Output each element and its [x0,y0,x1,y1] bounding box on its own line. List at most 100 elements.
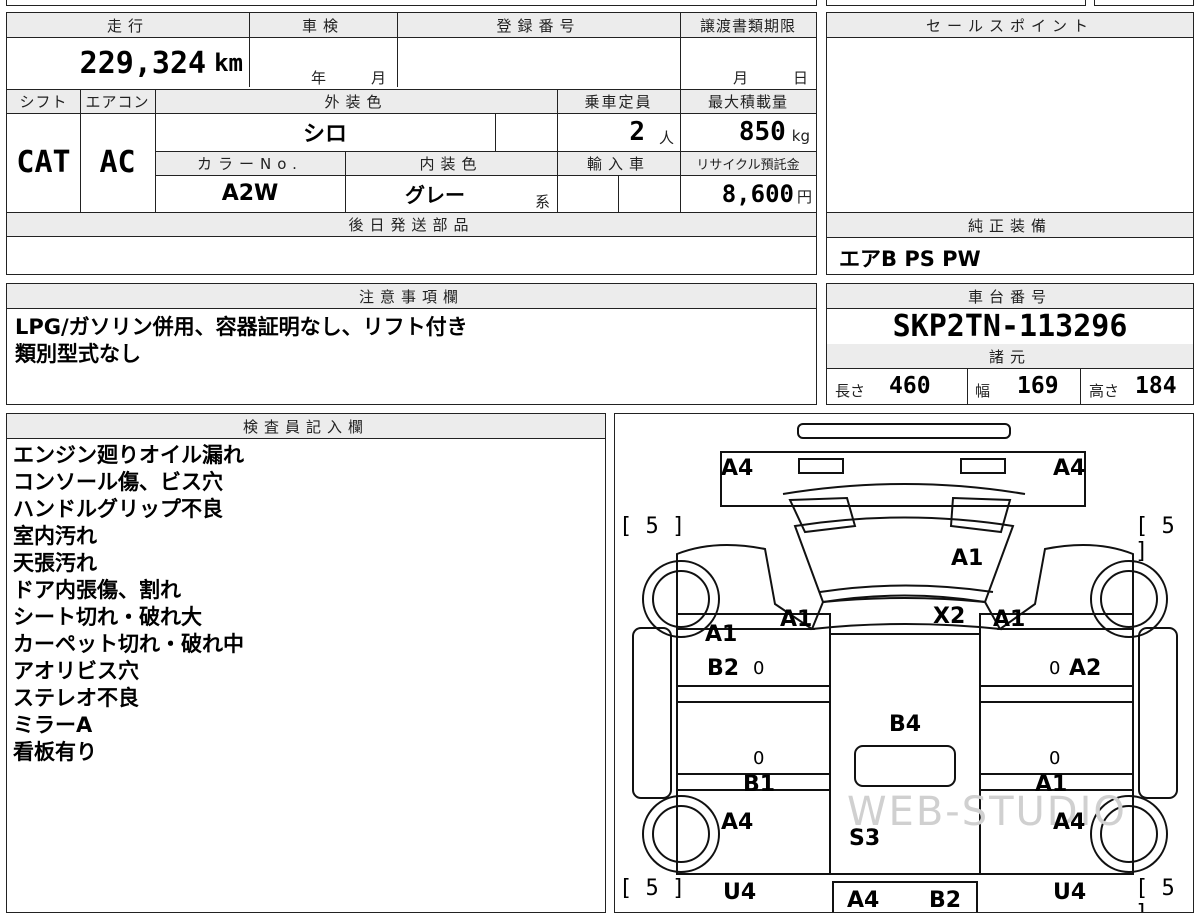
aircon-value: AC [99,145,136,180]
deadline-month-unit: 月 [733,69,749,87]
notes-box: 注意事項欄 LPG/ガソリン併用、容器証明なし、リフト付き 類別型式なし [6,283,817,405]
code-roof-x2: X2 [933,604,966,629]
height-value: 184 [1135,373,1177,399]
mileage-value: 229,324 [79,45,207,81]
notes-text: LPG/ガソリン併用、容器証明なし、リフト付き 類別型式なし [15,315,468,366]
damage-diagram: WEB-STUDIO A4 A4 [ 5 ] [ 5 ] A1 A1 X2 A1… [614,413,1194,913]
truck-outline-drawing [632,423,1178,912]
import-header: 輸入車 [557,151,680,175]
width-label: 幅 [975,382,991,400]
interior-color-suffix: 系 [535,193,551,211]
chassis-header: 車台番号 [827,284,1193,308]
exterior-color-value: シロ [302,122,347,147]
top-strip-far-right [1094,0,1194,6]
inspector-line: エンジン廻りオイル漏れ [13,443,244,467]
code-left-door-a1: A1 [705,622,738,647]
top-strip [6,0,817,6]
deadline-day-unit: 日 [793,69,809,87]
width-value: 169 [1017,373,1059,399]
capacity-unit: 人 [658,128,674,147]
max-load-value: 850 [738,117,786,147]
zero-mark: 0 [1049,748,1061,769]
code-right-rear-a1: A1 [1035,772,1068,797]
max-load-value-cell: 850 kg [680,113,816,151]
length-value: 460 [889,373,931,399]
vehicle-info-table: 走行 車検 登録番号 譲渡書類期限 229,324 km 年 月 月 日 シフト… [6,12,817,275]
mileage-value-cell: 229,324 km [7,37,249,89]
recycle-fee-unit: 円 [796,188,812,206]
code-left-fender-a4: A4 [721,810,754,835]
shift-value: CAT [16,145,71,180]
height-label: 高さ [1089,382,1120,400]
code-left-rear-b1: B1 [743,772,776,797]
code-right-door-a2: A2 [1069,656,1102,681]
zero-mark: 0 [753,748,765,769]
bracket-rear-right: [ 5 ] [1135,876,1175,912]
inspector-line: 天張汚れ [13,551,97,575]
code-front-left-a4: A4 [721,456,754,481]
chassis-box: 車台番号 SKP2TN-113296 諸元 長さ 460 幅 169 高さ 18… [826,283,1194,405]
code-left-door-b2: B2 [707,656,740,681]
code-rear-b2: B2 [929,888,962,913]
code-bed-s3: S3 [849,826,881,851]
shift-header: シフト [7,89,80,113]
bracket-rear-left: [ 5 ] [619,876,686,901]
inspector-line: ドア内張傷、割れ [13,578,181,602]
inspection-header: 車検 [249,13,397,37]
recycle-fee-header: リサイクル預託金 [680,151,816,175]
transfer-deadline-header: 譲渡書類期限 [680,13,816,37]
inspector-header: 検査員記入欄 [7,414,605,438]
genuine-equipment-header: 純正装備 [827,213,1193,237]
sales-point-header: セールスポイント [827,13,1193,37]
inspector-list: エンジン廻りオイル漏れ コンソール傷、ビス穴 ハンドルグリップ不良 室内汚れ 天… [13,442,244,766]
exterior-color-header: 外装色 [155,89,557,113]
zero-mark: 0 [1049,658,1061,679]
code-right-fender-a4: A4 [1053,810,1086,835]
inspector-line: ステレオ不良 [13,686,139,710]
registration-header: 登録番号 [397,13,680,37]
specs-header: 諸元 [827,344,1193,368]
interior-color-value: グレー [405,183,465,207]
inspector-line: アオリビス穴 [13,659,139,683]
mileage-header: 走行 [7,13,249,37]
inspector-line: 看板有り [13,740,97,764]
code-windshield-a1: A1 [951,546,984,571]
later-parts-header: 後日発送部品 [7,212,816,236]
bracket-front-right: [ 5 ] [1135,514,1175,564]
capacity-value: 2 [629,117,645,147]
code-rear-a4: A4 [847,888,880,913]
recycle-fee-value: 8,600 [721,179,794,208]
inspector-line: ハンドルグリップ不良 [13,497,223,521]
bracket-front-left: [ 5 ] [619,514,686,539]
code-cowl-left-a1: A1 [780,607,813,632]
max-load-unit: kg [791,127,810,145]
code-floor-b4: B4 [889,712,922,737]
max-load-header: 最大積載量 [680,89,816,113]
top-strip-right [826,0,1086,6]
capacity-header: 乗車定員 [557,89,680,113]
code-cowl-right-a1: A1 [993,607,1026,632]
code-left-u4: U4 [723,880,757,905]
inspector-box: 検査員記入欄 エンジン廻りオイル漏れ コンソール傷、ビス穴 ハンドルグリップ不良… [6,413,606,913]
inspector-line: コンソール傷、ビス穴 [13,470,223,494]
length-label: 長さ [835,382,866,400]
inspector-line: シート切れ・破れ大 [13,605,202,629]
inspector-line: 室内汚れ [13,524,97,548]
inspector-line: ミラーA [13,713,93,737]
genuine-equipment-value: エアB PS PW [839,247,981,271]
capacity-value-cell: 2 人 [557,113,680,151]
aircon-header: エアコン [80,89,155,113]
sales-point-box: セールスポイント [826,12,1194,213]
recycle-fee-value-cell: 8,600 円 [680,175,816,212]
zero-mark: 0 [753,658,765,679]
color-no-header: カラーNo. [155,151,345,175]
inspection-year-unit: 年 [311,69,327,87]
code-right-u4: U4 [1053,880,1087,905]
inspection-month-unit: 月 [371,69,387,87]
chassis-value: SKP2TN-113296 [892,308,1128,344]
mileage-unit: km [214,49,243,77]
genuine-equipment-box: 純正装備 エアB PS PW [826,212,1194,275]
color-no-value: A2W [221,181,279,206]
notes-header: 注意事項欄 [7,284,816,308]
inspector-line: カーペット切れ・破れ中 [13,632,244,656]
